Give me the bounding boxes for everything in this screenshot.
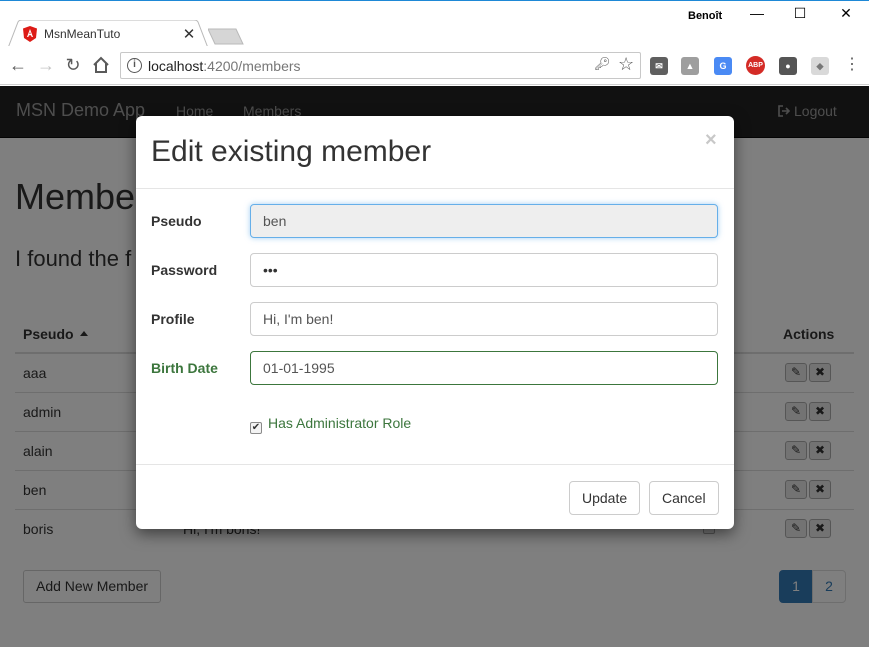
admin-role-row[interactable]: ✔ Has Administrator Role [250,415,411,434]
info-icon[interactable]: i [127,58,142,73]
maximize-icon[interactable]: ☐ [785,5,815,27]
tab-title: MsnMeanTuto [44,27,121,41]
profile-name[interactable]: Benoît [688,10,722,22]
url-text[interactable]: localhost:4200/members [148,58,301,74]
drive-icon[interactable]: ▲ [681,57,699,75]
modal-title: Edit existing member [151,135,432,168]
profile-input[interactable]: Hi, I'm ben! [250,302,718,336]
bookmark-star-icon[interactable]: ☆ [618,54,634,75]
birth-date-input[interactable]: 01-01-1995 [250,351,718,385]
minimize-icon[interactable]: — [742,5,772,27]
back-icon[interactable]: ← [8,55,28,75]
bulb-icon[interactable]: ● [779,57,797,75]
password-input[interactable]: ••• [250,253,718,287]
pseudo-input[interactable]: ben [250,204,718,238]
edit-member-modal: Edit existing member × Pseudo ben Passwo… [136,116,734,529]
tab-close-icon[interactable]: ✕ [182,25,196,43]
birth-date-label: Birth Date [151,360,218,376]
browser-titlebar: MsnMeanTuto ✕ Benoît — ☐ ✕ [0,0,869,48]
modal-close-icon[interactable]: × [705,129,717,152]
pseudo-label: Pseudo [151,213,202,229]
modal-footer: Update Cancel [136,464,734,529]
translate-icon[interactable]: G [714,57,732,75]
menu-dots-icon[interactable]: ⋮ [842,55,862,75]
modal-header: Edit existing member × [136,116,734,189]
forward-icon[interactable]: → [36,55,56,75]
update-button[interactable]: Update [569,481,641,515]
admin-role-label: Has Administrator Role [268,415,412,431]
browser-toolbar: ← → ↻ i localhost:4200/members 🔑︎ ☆ ✉ ▲ … [0,46,869,85]
close-window-icon[interactable]: ✕ [831,5,861,27]
cube-icon[interactable]: ◆ [811,57,829,75]
admin-role-checkbox[interactable]: ✔ [250,422,262,434]
home-icon[interactable] [92,56,110,74]
angular-icon [23,26,37,42]
adblock-icon[interactable]: ABP [746,56,765,75]
cancel-button[interactable]: Cancel [649,481,719,515]
new-tab-button[interactable] [208,28,244,45]
mail-icon[interactable]: ✉ [650,57,668,75]
password-label: Password [151,262,218,278]
address-bar[interactable]: i localhost:4200/members 🔑︎ ☆ [120,52,641,79]
key-icon[interactable]: 🔑︎ [594,56,611,72]
profile-label: Profile [151,311,195,327]
reload-icon[interactable]: ↻ [63,55,83,75]
